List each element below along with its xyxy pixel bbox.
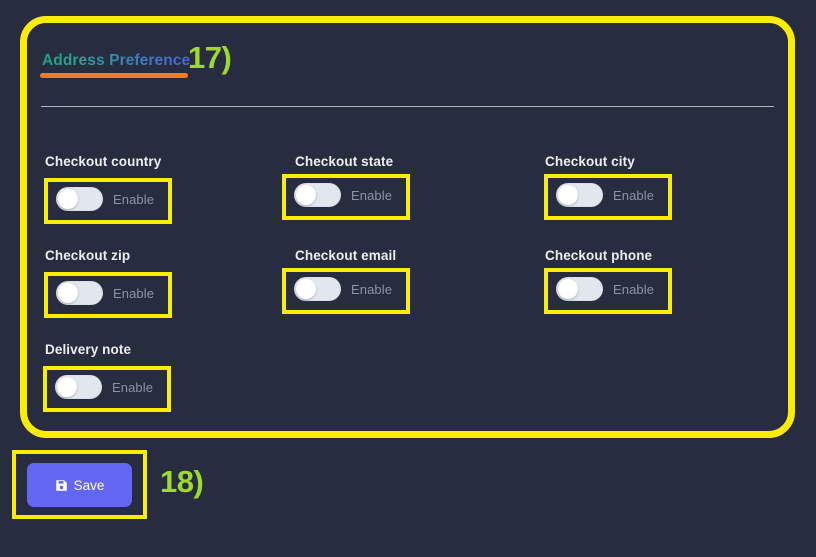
address-preference-card: Address Preference Checkout country Enab… [27, 23, 788, 431]
switch-label: Enable [113, 191, 155, 207]
toggle-checkout-state[interactable]: Enable [294, 183, 392, 207]
toggle-checkout-phone[interactable]: Enable [556, 277, 654, 301]
field-label: Checkout state [295, 154, 394, 169]
field-label: Checkout zip [45, 248, 131, 263]
switch-checkout-city[interactable] [556, 183, 603, 207]
switch-knob [296, 279, 316, 299]
title-underline [40, 73, 188, 78]
field-label: Checkout country [45, 154, 162, 169]
field-label: Checkout email [295, 248, 397, 263]
field-label: Checkout phone [545, 248, 653, 263]
switch-label: Enable [351, 187, 393, 203]
toggle-checkout-city[interactable]: Enable [556, 183, 654, 207]
switch-checkout-country[interactable] [56, 187, 103, 211]
switch-label: Enable [613, 281, 655, 297]
annotation-number-18: 18) [160, 464, 204, 499]
field-label: Delivery note [45, 342, 132, 357]
save-button-label: Save [73, 477, 105, 493]
switch-knob [58, 283, 78, 303]
page-root: Address Preference Checkout country Enab… [0, 0, 816, 557]
annotation-number-17: 17) [188, 40, 232, 75]
card-header: Address Preference [27, 23, 788, 106]
switch-label: Enable [351, 281, 393, 297]
switch-checkout-zip[interactable] [56, 281, 103, 305]
toggle-delivery-note[interactable]: Enable [55, 375, 153, 399]
switch-label: Enable [112, 379, 154, 395]
toggle-checkout-country[interactable]: Enable [56, 187, 154, 211]
switch-delivery-note[interactable] [55, 375, 102, 399]
switch-label: Enable [613, 187, 655, 203]
toggle-checkout-email[interactable]: Enable [294, 277, 392, 301]
field-label: Checkout city [545, 154, 635, 169]
save-button[interactable]: Save [27, 463, 132, 507]
switch-knob [57, 377, 77, 397]
switch-checkout-phone[interactable] [556, 277, 603, 301]
floppy-disk-icon [55, 479, 68, 492]
switch-label: Enable [113, 285, 155, 301]
switch-knob [58, 189, 78, 209]
switch-checkout-email[interactable] [294, 277, 341, 301]
switch-knob [558, 279, 578, 299]
switch-checkout-state[interactable] [294, 183, 341, 207]
switch-knob [558, 185, 578, 205]
page-title: Address Preference [42, 52, 191, 69]
card-body: Checkout country Enable Checkout state E… [27, 107, 788, 431]
switch-knob [296, 185, 316, 205]
toggle-checkout-zip[interactable]: Enable [56, 281, 154, 305]
